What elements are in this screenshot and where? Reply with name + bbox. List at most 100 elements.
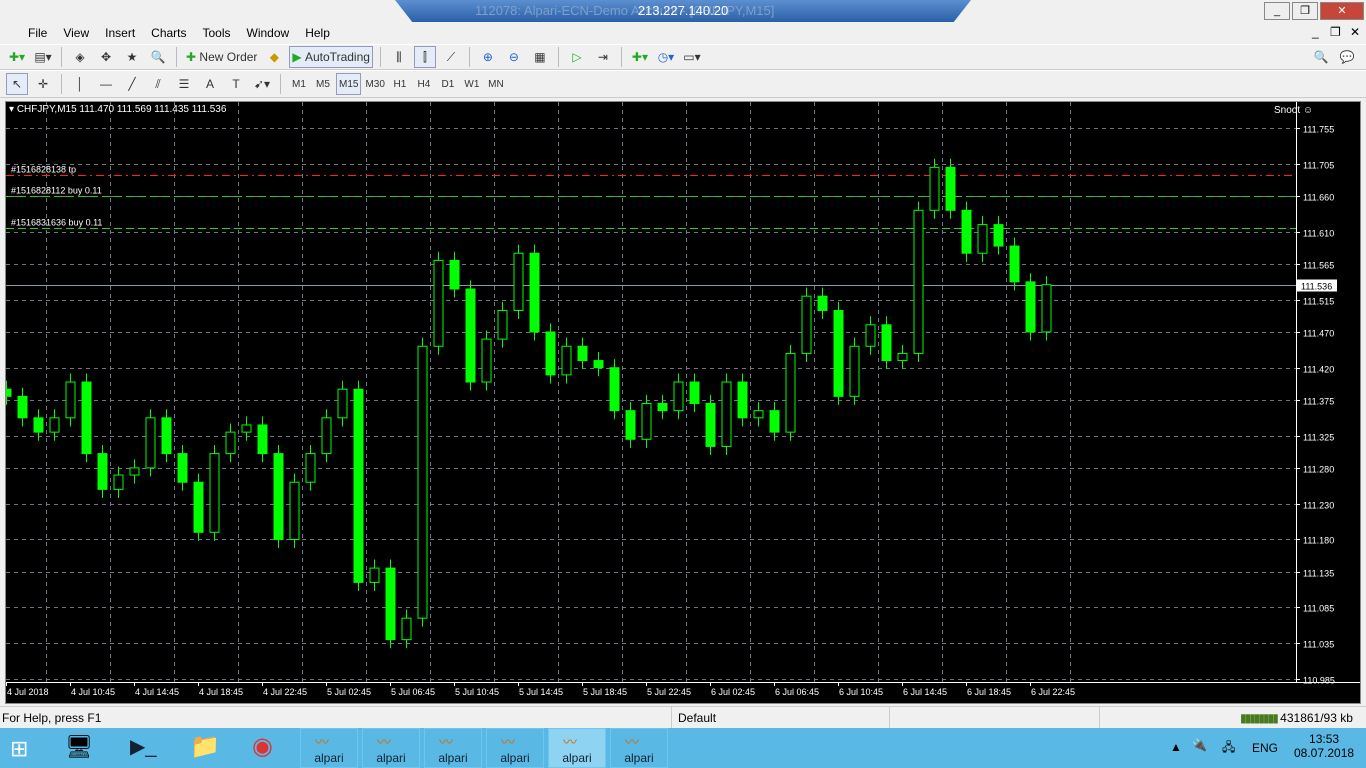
market-watch-icon[interactable]: ◈ — [69, 46, 91, 68]
search-icon[interactable]: 🔍 — [1310, 46, 1332, 68]
line-chart-icon[interactable]: ⟋ — [440, 46, 462, 68]
timeframe-h4[interactable]: H4 — [413, 73, 435, 95]
time-tick-label: 6 Jul 18:45 — [967, 687, 1011, 697]
text-icon[interactable]: A — [199, 73, 221, 95]
chart-shift-icon[interactable]: ⇥ — [592, 46, 614, 68]
current-price-label: 111.536 — [1301, 282, 1332, 292]
zoom-out-icon[interactable]: ⊖ — [503, 46, 525, 68]
tray-usb-icon[interactable]: 🔌 — [1192, 738, 1207, 752]
candle-body — [577, 345, 588, 362]
vertical-line-icon[interactable]: │ — [69, 73, 91, 95]
menu-charts[interactable]: Charts — [143, 22, 194, 44]
equidistant-channel-icon[interactable]: ⫽ — [147, 73, 169, 95]
timeframe-h1[interactable]: H1 — [389, 73, 411, 95]
taskbar-app-2[interactable]: 〰 alpari — [424, 728, 482, 768]
auto-scroll-icon[interactable]: ▷ — [566, 46, 588, 68]
cursor-icon[interactable]: ↖ — [6, 73, 28, 95]
menu-insert[interactable]: Insert — [97, 22, 143, 44]
candle-body — [353, 388, 364, 583]
periods-icon[interactable]: ◷▾ — [655, 46, 677, 68]
tray-expand-icon[interactable]: ▲ — [1170, 740, 1182, 754]
status-empty — [892, 707, 1100, 729]
templates-icon[interactable]: ▭▾ — [681, 46, 703, 68]
child-close-button[interactable]: ✕ — [1350, 25, 1360, 39]
bar-chart-icon[interactable]: ⫼ — [388, 46, 410, 68]
zoom-in-icon[interactable]: ⊕ — [477, 46, 499, 68]
server-manager-icon[interactable]: 🖥 — [65, 734, 93, 760]
clock[interactable]: 13:53 08.07.2018 — [1294, 732, 1354, 760]
taskbar-app-0[interactable]: 〰 alpari — [300, 728, 358, 768]
chart-header: ▾ CHFJPY,M15 111.470 111.569 111.435 111… — [9, 104, 227, 115]
candlestick-icon[interactable]: ⫿ — [413, 46, 436, 68]
taskbar-app-1[interactable]: 〰 alpari — [362, 728, 420, 768]
candle-body — [1041, 284, 1052, 333]
menu-file[interactable]: File — [0, 22, 55, 44]
candle-body — [81, 381, 92, 455]
candle-body — [49, 417, 60, 433]
windows-start-icon[interactable]: ⊞ — [10, 736, 28, 762]
chart-window[interactable]: 111.755 111.705 111.660 111.610 111.565 111.5… — [1, 101, 1361, 704]
minimize-button[interactable]: _ — [1264, 2, 1290, 20]
fibonacci-icon[interactable]: ☰ — [173, 73, 195, 95]
price-chart[interactable]: 111.755 111.705 111.660 111.610 111.565 111.5… — [1, 102, 1360, 703]
timeframe-mn[interactable]: MN — [485, 73, 507, 95]
candle-body — [817, 295, 828, 311]
candle-body — [305, 453, 316, 483]
app-label: alpari — [438, 751, 468, 765]
crosshair-icon[interactable]: ✛ — [32, 73, 54, 95]
metaeditor-icon[interactable]: ◆ — [263, 46, 285, 68]
candle-body — [113, 474, 124, 490]
indicators-icon[interactable]: ✚▾ — [629, 46, 651, 68]
alpari-icon: 〰 — [315, 734, 329, 750]
candle-body — [561, 345, 572, 376]
timeframe-m1[interactable]: M1 — [288, 73, 310, 95]
horizontal-line-icon[interactable]: — — [95, 73, 117, 95]
timeframe-w1[interactable]: W1 — [461, 73, 483, 95]
tray-network-icon[interactable]: 🖧 — [1222, 738, 1235, 759]
timeframe-m5[interactable]: M5 — [312, 73, 334, 95]
autotrading-button[interactable]: ▶ AutoTrading — [289, 46, 373, 68]
candle-body — [833, 309, 844, 397]
candle-body — [97, 453, 108, 490]
strategy-tester-icon[interactable]: 🔍 — [147, 46, 169, 68]
price-tick-label: 111.660 — [1303, 193, 1334, 203]
chrome-icon[interactable]: ◉ — [252, 732, 273, 761]
menu-view[interactable]: View — [55, 22, 97, 44]
taskbar-app-5[interactable]: 〰 alpari — [610, 728, 668, 768]
taskbar-app-3[interactable]: 〰 alpari — [486, 728, 544, 768]
data-window-icon[interactable]: ✥ — [95, 46, 117, 68]
child-restore-button[interactable]: ❐ — [1330, 25, 1341, 39]
menu-help[interactable]: Help — [297, 22, 338, 44]
taskbar-app-4[interactable]: 〰 alpari — [548, 728, 606, 768]
new-order-button[interactable]: ✚ New Order — [184, 46, 259, 68]
language-indicator[interactable]: ENG — [1252, 741, 1278, 755]
timeframe-d1[interactable]: D1 — [437, 73, 459, 95]
candle-body — [705, 403, 716, 447]
menu-window[interactable]: Window — [239, 22, 298, 44]
close-button[interactable]: ✕ — [1320, 2, 1364, 20]
timeframe-m15[interactable]: M15 — [336, 73, 362, 95]
chat-icon[interactable]: 💬 — [1336, 46, 1358, 68]
navigator-icon[interactable]: ★ — [121, 46, 143, 68]
menu-tools[interactable]: Tools — [195, 22, 239, 44]
tile-windows-icon[interactable]: ▦ — [529, 46, 551, 68]
child-min-button[interactable]: _ — [1312, 25, 1319, 39]
candle-body — [497, 309, 508, 340]
candle-body — [17, 395, 28, 419]
candle-body — [641, 403, 652, 440]
help-text: For Help, press F1 — [0, 707, 672, 729]
profiles-icon[interactable]: ▤▾ — [32, 46, 54, 68]
connection-status[interactable]: ▮▮▮▮▮▮▮▮ 431861/93 kb — [1240, 707, 1353, 729]
candle-body — [721, 381, 732, 447]
file-explorer-icon[interactable]: 📁 — [190, 732, 220, 761]
powershell-icon[interactable]: ▶_ — [130, 734, 157, 759]
trendline-icon[interactable]: ╱ — [121, 73, 143, 95]
new-chart-icon[interactable]: ✚▾ — [6, 46, 28, 68]
restore-button[interactable]: ❐ — [1292, 2, 1318, 20]
arrows-icon[interactable]: ➹▾ — [251, 73, 273, 95]
order-label: #1516828112 buy 0.11 — [11, 186, 102, 196]
price-tick-label: 111.035 — [1303, 640, 1334, 650]
rdp-connection-bar[interactable]: 112078: Alpari-ECN-Demo Account - [CHFJP… — [395, 0, 971, 22]
timeframe-m30[interactable]: M30 — [363, 73, 386, 95]
text-label-icon[interactable]: T — [225, 73, 247, 95]
